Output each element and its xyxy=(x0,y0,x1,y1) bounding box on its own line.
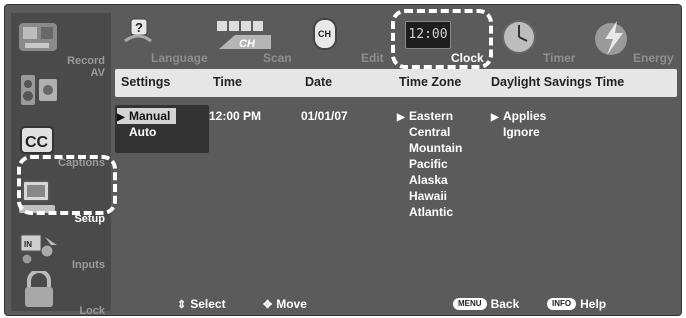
time-zone-option[interactable]: Central xyxy=(397,124,462,140)
speakers-icon xyxy=(21,75,57,105)
svg-text:CH: CH xyxy=(318,29,331,39)
scan-icon: CH xyxy=(217,21,271,50)
timer-icon xyxy=(502,20,536,54)
sidebar-item-record[interactable]: Record xyxy=(11,15,111,71)
settings-option-manual[interactable]: ▶ Manual xyxy=(117,108,177,124)
dst-option-ignore[interactable]: Ignore xyxy=(491,124,546,140)
clock-focus-ring xyxy=(391,9,493,69)
time-zone-list: ▶ Eastern Central Mountain Pacific Alaska… xyxy=(397,108,462,220)
tab-label: Edit xyxy=(361,51,384,65)
hint-help: INFO Help xyxy=(547,297,606,311)
inputs-icon: IN xyxy=(20,234,57,265)
footer-hints: ⇕ Select ✥ Move MENU Back INFO Help xyxy=(115,297,677,315)
tab-scan[interactable]: CH Scan xyxy=(213,11,305,69)
hint-back: MENU Back xyxy=(453,297,519,311)
hint-move: ✥ Move xyxy=(263,297,307,311)
svg-text:CH: CH xyxy=(239,38,256,50)
updown-arrows-icon: ⇕ xyxy=(177,298,187,311)
header-time: Time xyxy=(213,75,242,89)
tab-label: Timer xyxy=(543,51,576,65)
time-zone-option[interactable]: Pacific xyxy=(397,156,462,172)
channel-edit-icon: CH xyxy=(313,18,337,50)
time-zone-option[interactable]: Hawaii xyxy=(397,188,462,204)
column-header: Settings Time Date Time Zone Daylight Sa… xyxy=(115,69,677,97)
date-value[interactable]: 01/01/07 xyxy=(301,108,348,124)
settings-options: ▶ Manual Auto xyxy=(117,108,177,140)
four-way-arrows-icon: ✥ xyxy=(263,298,273,311)
header-dst: Daylight Savings Time xyxy=(491,75,625,89)
time-value[interactable]: 12:00 PM xyxy=(209,108,261,124)
header-settings: Settings xyxy=(121,75,171,89)
tab-edit[interactable]: CH Edit xyxy=(305,11,391,69)
padlock-icon xyxy=(25,271,53,307)
settings-option-auto[interactable]: Auto xyxy=(117,124,176,140)
language-icon: ? xyxy=(124,18,152,43)
header-date: Date xyxy=(305,75,333,89)
time-zone-option[interactable]: ▶ Eastern xyxy=(397,108,462,124)
hint-select: ⇕ Select xyxy=(177,297,226,311)
time-zone-option[interactable]: Alaska xyxy=(397,172,462,188)
sidebar-item-av[interactable]: AV xyxy=(11,65,111,121)
record-icon xyxy=(19,23,57,51)
info-key-icon: INFO xyxy=(547,298,577,310)
energy-icon xyxy=(595,21,627,55)
tv-menu-screen: Record AV CC Captions Setup IN Inputs Lo… xyxy=(4,4,682,316)
svg-text:?: ? xyxy=(135,20,143,35)
menu-key-icon: MENU xyxy=(453,298,487,310)
sidebar-item-label: AV xyxy=(90,67,105,79)
tab-label: Language xyxy=(151,51,208,65)
dst-list: ▶ Applies Ignore xyxy=(491,108,546,140)
tab-energy[interactable]: Energy xyxy=(585,11,681,69)
setup-focus-ring xyxy=(17,155,117,215)
header-time-zone: Time Zone xyxy=(399,75,462,89)
time-zone-option[interactable]: Mountain xyxy=(397,140,462,156)
sidebar-item-label: Lock xyxy=(79,305,105,316)
dst-option-applies[interactable]: ▶ Applies xyxy=(491,108,546,124)
svg-text:CC: CC xyxy=(25,134,49,151)
tab-label: Energy xyxy=(633,51,674,65)
time-zone-option[interactable]: Atlantic xyxy=(397,204,462,220)
tab-language[interactable]: ? Language xyxy=(115,11,215,69)
tab-timer[interactable]: Timer xyxy=(495,11,585,69)
tab-label: Scan xyxy=(263,51,292,65)
sidebar-item-lock[interactable]: Lock xyxy=(11,265,111,316)
svg-text:IN: IN xyxy=(24,240,32,249)
